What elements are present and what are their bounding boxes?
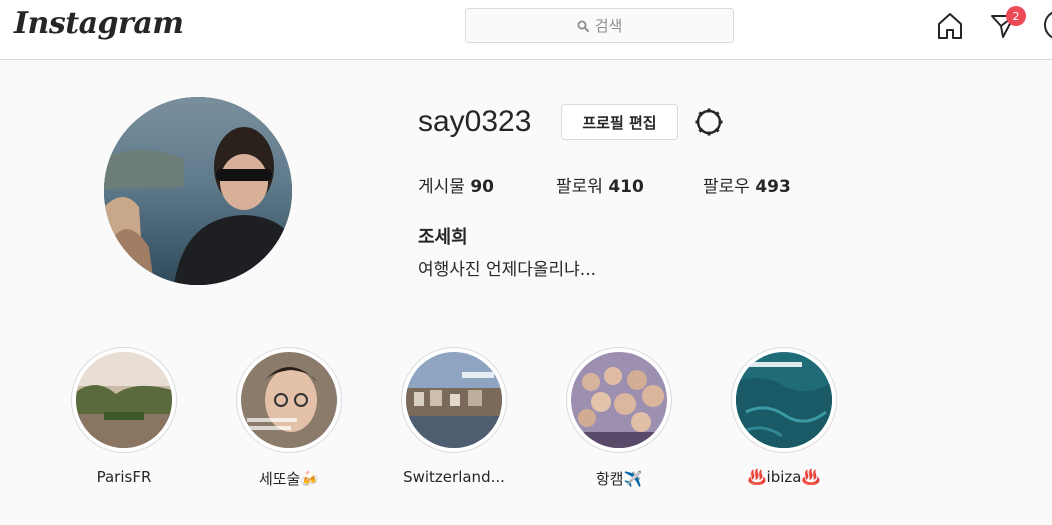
profile-avatar[interactable] xyxy=(104,97,292,285)
search-placeholder: 검색 xyxy=(594,17,623,35)
highlight-thumbnail xyxy=(241,352,337,448)
highlight-ibiza[interactable]: ♨️ibiza♨️ xyxy=(731,347,837,486)
profile-username: say0323 xyxy=(418,105,532,138)
highlight-ring xyxy=(71,347,177,453)
settings-gear-icon[interactable] xyxy=(693,106,725,138)
following-count[interactable]: 팔로우 493 xyxy=(703,172,791,197)
instagram-logo[interactable]: Instagram xyxy=(14,6,184,41)
posts-count: 게시물 90 xyxy=(418,172,494,197)
highlight-setto[interactable]: 세또술🍻 xyxy=(236,347,342,488)
search-input[interactable]: 검색 xyxy=(465,8,734,43)
highlight-ring xyxy=(236,347,342,453)
posts-value: 90 xyxy=(470,177,494,197)
highlight-label: Switzerland... xyxy=(403,468,505,486)
highlight-thumbnail xyxy=(571,352,667,448)
highlight-label: 세또술🍻 xyxy=(258,470,320,488)
highlight-switzerland[interactable]: Switzerland... xyxy=(401,347,507,486)
followers-value: 410 xyxy=(608,177,644,197)
followers-label: 팔로워 xyxy=(556,177,603,197)
posts-label: 게시물 xyxy=(418,177,465,197)
following-label: 팔로우 xyxy=(703,177,750,197)
highlight-thumbnail xyxy=(406,352,502,448)
highlight-ring xyxy=(731,347,837,453)
highlight-ring xyxy=(566,347,672,453)
explore-icon[interactable] xyxy=(1044,10,1052,40)
top-navigation-bar: Instagram 검색 2 xyxy=(0,0,1052,60)
highlight-thumbnail xyxy=(76,352,172,448)
profile-bio: 여행사진 언제다올리냐... xyxy=(418,260,597,280)
followers-count[interactable]: 팔로워 410 xyxy=(556,172,644,197)
highlight-hangcam[interactable]: 항캠✈️ xyxy=(566,347,672,488)
highlight-thumbnail xyxy=(736,352,832,448)
home-icon[interactable] xyxy=(934,10,966,42)
highlight-label: 항캠✈️ xyxy=(595,470,643,488)
edit-profile-button[interactable]: 프로필 편집 xyxy=(561,104,678,140)
highlight-label: ParisFR xyxy=(96,468,152,486)
highlight-label: ♨️ibiza♨️ xyxy=(747,468,821,486)
profile-full-name: 조세희 xyxy=(418,227,468,248)
highlight-ring xyxy=(401,347,507,453)
following-value: 493 xyxy=(755,177,791,197)
notification-badge: 2 xyxy=(1006,6,1026,26)
search-icon xyxy=(577,20,589,32)
highlight-paris[interactable]: ParisFR xyxy=(71,347,177,486)
